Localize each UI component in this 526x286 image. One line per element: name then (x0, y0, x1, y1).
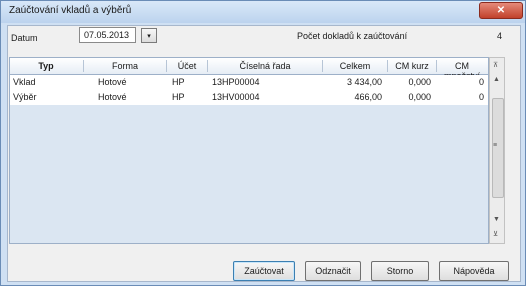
document-count-value: 4 (497, 31, 503, 41)
documents-table[interactable]: Typ Forma Účet Číselná řada Celkem CM ku… (9, 57, 489, 244)
column-header-typ[interactable]: Typ (10, 61, 82, 71)
cell-celkem: 466,00 (354, 92, 382, 102)
scroll-bottom-icon[interactable]: ⊻ (493, 230, 498, 238)
help-button[interactable]: Nápověda (439, 261, 509, 281)
cell-cm-mnozstvi: 0 (478, 92, 484, 102)
column-header-forma[interactable]: Forma (84, 61, 166, 71)
cell-cm-kurz: 0,000 (408, 77, 431, 87)
date-field[interactable]: 07.05.2013 (79, 27, 136, 43)
cell-cm-mnozstvi: 0 (478, 77, 484, 87)
cell-forma: Hotové (98, 92, 127, 102)
cell-celkem: 3 434,00 (346, 77, 382, 87)
table-header: Typ Forma Účet Číselná řada Celkem CM ku… (10, 58, 488, 81)
cell-ciselna-rada: 13HP00004 (212, 77, 260, 87)
chevron-down-icon: ▾ (147, 32, 151, 40)
column-header-celkem[interactable]: Celkem (323, 61, 387, 71)
cell-typ: Výběr (13, 92, 37, 102)
unmark-button-label: Odznačit (315, 266, 351, 276)
document-count-label: Počet dokladů k zaúčtování (297, 31, 408, 41)
scroll-top-icon[interactable]: ⊼ (493, 61, 498, 69)
column-header-cm-kurz[interactable]: CM kurz (388, 61, 436, 71)
close-icon: ✕ (496, 5, 506, 16)
table-row[interactable]: Vklad Hotové HP 13HP00004 3 434,00 0,000… (10, 75, 488, 90)
column-header-ciselna-rada[interactable]: Číselná řada (208, 61, 322, 71)
scroll-up-icon[interactable]: ▲ (493, 76, 500, 83)
title-bar[interactable]: Zaúčtování vkladů a výběrů ✕ (1, 1, 525, 23)
cell-ciselna-rada: 13HV00004 (212, 92, 260, 102)
vertical-scrollbar[interactable]: ⊼ ▲ ≡ ▼ ⊻ (489, 57, 505, 244)
scroll-down-icon[interactable]: ▼ (493, 216, 500, 223)
close-button[interactable]: ✕ (479, 2, 523, 19)
post-button-label: Zaúčtovat (244, 266, 284, 276)
window-title: Zaúčtování vkladů a výběrů (9, 5, 132, 16)
cancel-button[interactable]: Storno (371, 261, 429, 281)
unmark-button[interactable]: Odznačit (305, 261, 361, 281)
date-dropdown-button[interactable]: ▾ (141, 28, 157, 43)
cell-cm-kurz: 0,000 (408, 92, 431, 102)
column-header-ucet[interactable]: Účet (167, 61, 207, 71)
cell-forma: Hotové (98, 77, 127, 87)
cell-ucet: HP (172, 77, 185, 87)
post-button[interactable]: Zaúčtovat (233, 261, 295, 281)
cell-ucet: HP (172, 92, 185, 102)
date-label: Datum (11, 33, 38, 43)
table-row[interactable]: Výběr Hotové HP 13HV00004 466,00 0,000 0 (10, 90, 488, 105)
dialog-window: Zaúčtování vkladů a výběrů ✕ Datum 07.05… (0, 0, 526, 286)
help-button-label: Nápověda (453, 266, 495, 276)
cell-typ: Vklad (13, 77, 36, 87)
scroll-grip-icon: ≡ (493, 142, 498, 149)
cancel-button-label: Storno (386, 266, 414, 276)
